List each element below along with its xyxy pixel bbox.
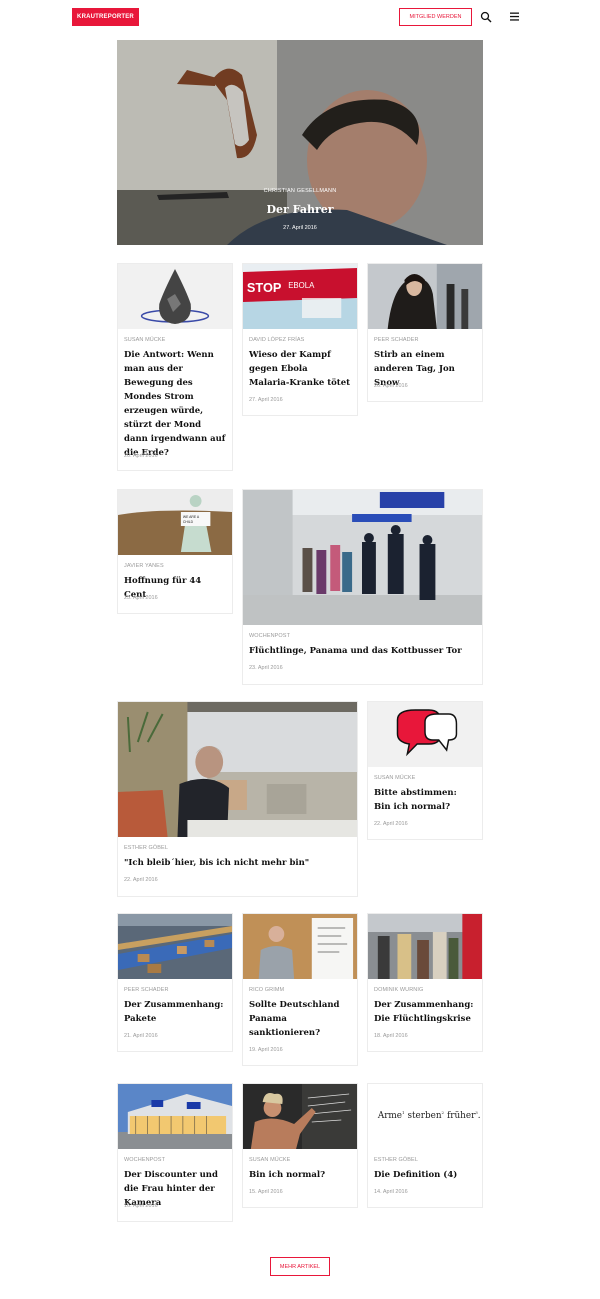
article-author[interactable]: ESTHER GÖBEL bbox=[374, 1157, 418, 1163]
article-author[interactable]: WOCHENPOST bbox=[124, 1157, 165, 1163]
article-title[interactable]: "Ich bleib´hier, bis ich nicht mehr bin" bbox=[124, 856, 351, 870]
article-title[interactable]: Wieso der Kampf gegen Ebola Malaria-Kran… bbox=[249, 348, 351, 390]
article-title[interactable]: Sollte Deutschland Panama sanktionieren? bbox=[249, 998, 351, 1040]
article-date: 22. April 2016 bbox=[124, 877, 158, 883]
article-card[interactable]: WE ARE A CHILD JAVIER YANES Hoffnung für… bbox=[117, 489, 233, 614]
article-author[interactable]: ESTHER GÖBEL bbox=[124, 845, 168, 851]
article-date: 27. April 2016 bbox=[249, 397, 283, 403]
article-card[interactable]: DOMINIK WURNIG Der Zusammenhang: Die Flü… bbox=[367, 913, 483, 1052]
ebola-graffiti: EBOLA bbox=[288, 281, 315, 290]
article-image bbox=[118, 1084, 232, 1149]
article-author[interactable]: DOMINIK WURNIG bbox=[374, 987, 423, 993]
article-title[interactable]: Der Zusammenhang: Pakete bbox=[124, 998, 226, 1026]
article-image bbox=[368, 264, 482, 329]
hamburger-menu-icon[interactable] bbox=[509, 11, 520, 22]
article-image: Arme1 sterben2 früher3. bbox=[368, 1084, 482, 1149]
article-card[interactable]: SUSAN MÜCKE Bin ich normal? 15. April 20… bbox=[242, 1083, 358, 1208]
article-date: 21. April 2016 bbox=[124, 1033, 158, 1039]
article-date: 26. April 2016 bbox=[374, 383, 408, 389]
article-author[interactable]: JAVIER YANES bbox=[124, 563, 164, 569]
article-author[interactable]: SUSAN MÜCKE bbox=[249, 1157, 290, 1163]
definition-word: sterben bbox=[407, 1111, 441, 1121]
article-author[interactable]: WOCHENPOST bbox=[249, 633, 290, 639]
article-card[interactable]: WOCHENPOST Der Discounter und die Frau h… bbox=[117, 1083, 233, 1222]
article-date: 25. April 2016 bbox=[124, 595, 158, 601]
article-image bbox=[243, 1084, 357, 1149]
article-card[interactable]: SUSAN MÜCKE Bitte abstimmen: Bin ich nor… bbox=[367, 701, 483, 840]
hero-article[interactable]: CHRISTIAN GESELLMANN Der Fahrer 27. Apri… bbox=[117, 40, 483, 245]
article-date: 22. April 2016 bbox=[374, 821, 408, 827]
stop-graffiti: STOP bbox=[247, 280, 282, 295]
article-date: 19. April 2016 bbox=[249, 1047, 283, 1053]
krautreporter-logo[interactable]: KRAUTREPORTER bbox=[72, 8, 139, 26]
article-card[interactable]: PEER SCHADER Stirb an einem anderen Tag,… bbox=[367, 263, 483, 402]
hero-author[interactable]: CHRISTIAN GESELLMANN bbox=[117, 188, 483, 194]
doll-sign-text: CHILD bbox=[183, 520, 194, 524]
article-title[interactable]: Die Definition (4) bbox=[374, 1168, 476, 1182]
article-title[interactable]: Der Zusammenhang: Die Flüchtlingskrise bbox=[374, 998, 476, 1026]
article-image bbox=[118, 914, 232, 979]
article-card[interactable]: RICO GRIMM Sollte Deutschland Panama san… bbox=[242, 913, 358, 1066]
become-member-button[interactable]: MITGLIED WERDEN bbox=[399, 8, 472, 26]
article-author[interactable]: PEER SCHADER bbox=[124, 987, 169, 993]
article-date: 15. April 2016 bbox=[249, 1189, 283, 1195]
article-card[interactable]: STOP EBOLA DAVID LÓPEZ FRÍAS Wieso der K… bbox=[242, 263, 358, 416]
definition-word: früher bbox=[447, 1111, 476, 1121]
article-title[interactable]: Flüchtlinge, Panama und das Kottbusser T… bbox=[249, 644, 476, 658]
hero-date: 27. April 2016 bbox=[283, 225, 317, 231]
article-author[interactable]: RICO GRIMM bbox=[249, 987, 284, 993]
article-card[interactable]: SUSAN MÜCKE Die Antwort: Wenn man aus de… bbox=[117, 263, 233, 471]
article-card[interactable]: Arme1 sterben2 früher3. ESTHER GÖBEL Die D… bbox=[367, 1083, 483, 1208]
more-articles-button[interactable]: MEHR ARTIKEL bbox=[270, 1257, 330, 1276]
doll-sign-text: WE ARE A bbox=[183, 515, 200, 519]
article-title[interactable]: Bitte abstimmen: Bin ich normal? bbox=[374, 786, 476, 814]
article-image: STOP EBOLA bbox=[243, 264, 357, 329]
article-image bbox=[118, 702, 357, 837]
article-author[interactable]: DAVID LÓPEZ FRÍAS bbox=[249, 337, 304, 343]
definition-word: Arme bbox=[377, 1111, 402, 1121]
article-image bbox=[243, 490, 482, 625]
article-date: 23. April 2016 bbox=[249, 665, 283, 671]
svg-text:Arme1sterben2früher3.: Arme1 sterben2 früher3. bbox=[377, 1110, 481, 1121]
article-title[interactable]: Bin ich normal? bbox=[249, 1168, 351, 1182]
article-card[interactable]: PEER SCHADER Der Zusammenhang: Pakete 21… bbox=[117, 913, 233, 1052]
article-title[interactable]: Die Antwort: Wenn man aus der Bewegung d… bbox=[124, 348, 226, 460]
article-date: 16. April 2016 bbox=[124, 1203, 158, 1209]
article-date: 14. April 2016 bbox=[374, 1189, 408, 1195]
hero-title[interactable]: Der Fahrer bbox=[117, 203, 483, 216]
article-image bbox=[368, 702, 482, 767]
site-header: KRAUTREPORTER MITGLIED WERDEN bbox=[0, 0, 600, 34]
article-image bbox=[368, 914, 482, 979]
article-card[interactable]: WOCHENPOST Flüchtlinge, Panama und das K… bbox=[242, 489, 483, 685]
article-card[interactable]: ESTHER GÖBEL "Ich bleib´hier, bis ich ni… bbox=[117, 701, 358, 897]
search-icon[interactable] bbox=[480, 11, 492, 23]
article-image bbox=[243, 914, 357, 979]
article-author[interactable]: SUSAN MÜCKE bbox=[374, 775, 415, 781]
article-author[interactable]: PEER SCHADER bbox=[374, 337, 419, 343]
article-image bbox=[118, 264, 232, 329]
article-author[interactable]: SUSAN MÜCKE bbox=[124, 337, 165, 343]
article-date: 20. April 2016 bbox=[124, 453, 158, 459]
article-image: WE ARE A CHILD bbox=[118, 490, 232, 555]
article-date: 18. April 2016 bbox=[374, 1033, 408, 1039]
